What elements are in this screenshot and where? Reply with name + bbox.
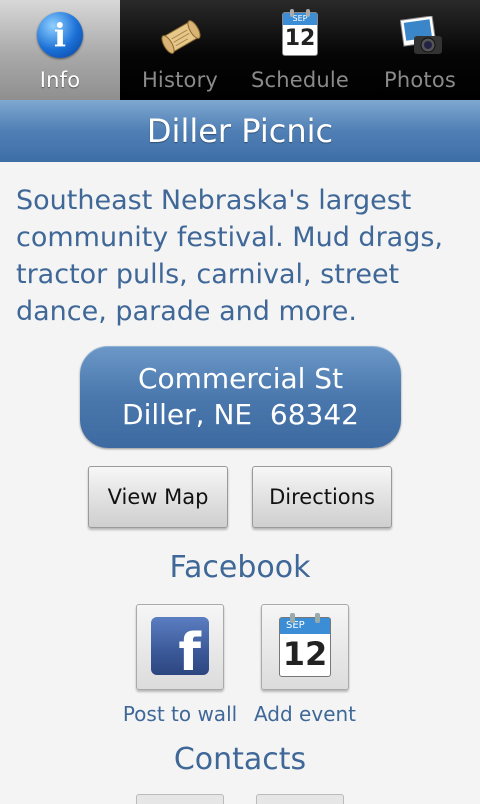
festival-description: Southeast Nebraska's largest community f… xyxy=(16,185,444,327)
facebook-section-title: Facebook xyxy=(169,550,311,585)
add-event-label[interactable]: Add event xyxy=(235,702,375,726)
add-event-button[interactable]: SEP 12 xyxy=(261,604,349,690)
event-calendar-month: SEP xyxy=(280,618,330,634)
info-icon: i xyxy=(34,10,86,62)
tab-schedule-label: Schedule xyxy=(250,68,350,92)
calendar-day: 12 xyxy=(284,26,316,51)
post-to-wall-label[interactable]: Post to wall xyxy=(110,702,250,726)
camera-photo-icon xyxy=(394,10,446,62)
event-calendar-day: 12 xyxy=(282,635,328,673)
page-title: Diller Picnic xyxy=(0,100,480,162)
calendar-event-icon: SEP 12 xyxy=(279,613,331,677)
directions-button[interactable]: Directions xyxy=(252,466,392,528)
facebook-icon: f xyxy=(151,617,209,675)
view-map-button[interactable]: View Map xyxy=(88,466,228,528)
contact-button-2[interactable] xyxy=(256,794,344,804)
main-content: Southeast Nebraska's largest community f… xyxy=(0,162,480,804)
address-button[interactable]: Commercial St Diller, NE 68342 xyxy=(80,346,401,448)
contacts-section-title: Contacts xyxy=(173,742,307,777)
tab-photos[interactable]: Photos xyxy=(360,0,480,100)
contact-button-1[interactable] xyxy=(136,794,224,804)
post-to-wall-button[interactable]: f xyxy=(136,604,224,690)
tab-history-label: History xyxy=(141,68,219,92)
tab-history[interactable]: History xyxy=(120,0,240,100)
address-line-2: Diller, NE 68342 xyxy=(122,398,359,431)
tab-schedule[interactable]: SEP 12 Schedule xyxy=(240,0,360,100)
tab-photos-label: Photos xyxy=(383,68,457,92)
scroll-icon xyxy=(154,10,206,62)
tab-info-label: Info xyxy=(39,68,81,92)
calendar-month: SEP xyxy=(283,13,317,25)
address-line-1: Commercial St xyxy=(137,362,344,395)
tab-bar: i Info History SEP 12 Schedule Photos xyxy=(0,0,480,100)
calendar-icon: SEP 12 xyxy=(274,9,326,62)
tab-info[interactable]: i Info xyxy=(0,0,120,100)
